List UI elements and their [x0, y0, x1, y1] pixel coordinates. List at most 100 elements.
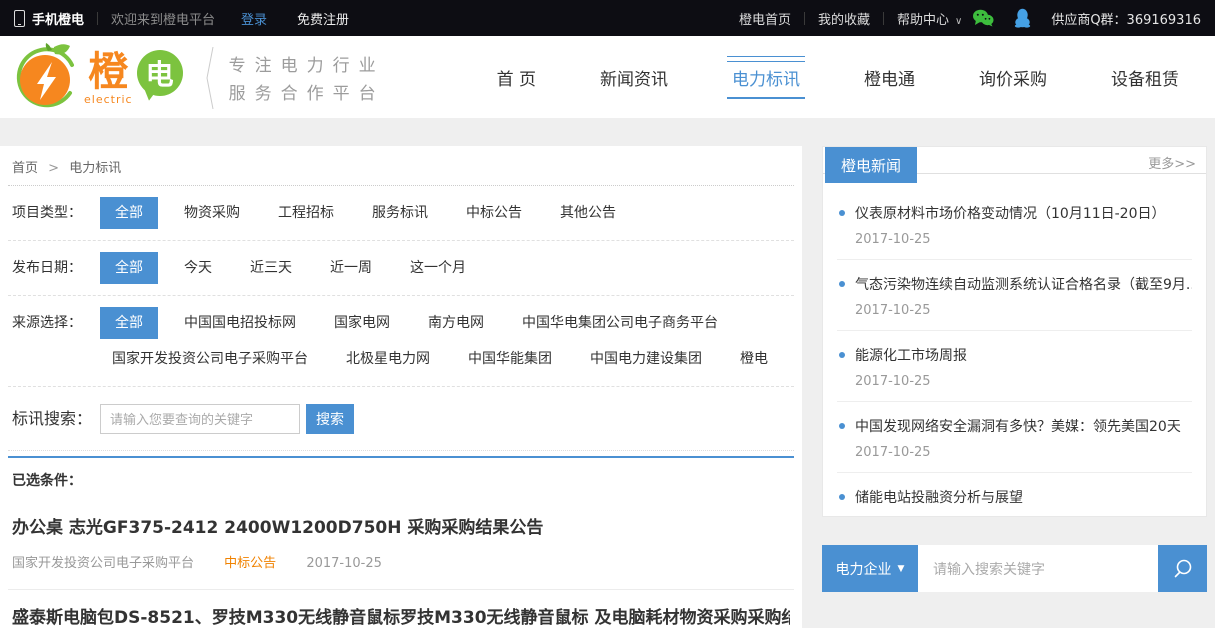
filter-option[interactable]: 其他公告	[560, 197, 616, 229]
news-item: 能源化工市场周报 2017-10-25	[837, 331, 1192, 402]
filter-option[interactable]: 近三天	[250, 252, 292, 284]
bullet-icon	[839, 494, 845, 500]
news-title-link[interactable]: 中国发现网络安全漏洞有多快？美媒：领先美国20天	[837, 416, 1192, 436]
nav-equipment-rental[interactable]: 设备租赁	[1079, 56, 1211, 99]
bullet-icon	[839, 423, 845, 429]
favorites-link[interactable]: 我的收藏	[818, 9, 870, 28]
bullet-icon	[839, 210, 845, 216]
bidding-search-input[interactable]	[100, 404, 300, 434]
main-nav: 首 页 新闻资讯 电力标讯 橙电通 询价采购 设备租赁	[465, 36, 1211, 118]
magnifier-icon	[1172, 558, 1194, 580]
filter-option[interactable]: 中国华电集团公司电子商务平台	[522, 307, 718, 339]
logo-tagline-divider	[205, 47, 215, 109]
logo-bubble: 电	[137, 50, 183, 96]
news-title-link[interactable]: 能源化工市场周报	[837, 345, 1192, 365]
news-list: 仪表原材料市场价格变动情况（10月11日-20日） 2017-10-25 气态污…	[823, 183, 1206, 517]
news-item: 仪表原材料市场价格变动情况（10月11日-20日） 2017-10-25	[837, 189, 1192, 260]
filter-option[interactable]: 工程招标	[278, 197, 334, 229]
filter-source: 来源选择： 全部 中国国电招投标网 国家电网 南方电网 中国华电集团公司电子商务…	[8, 296, 794, 387]
bidding-list-panel: 首页 > 电力标讯 项目类型： 全部 物资采购 工程招标 服务标讯 中标公告 其…	[0, 146, 802, 628]
news-date: 2017-10-25	[855, 445, 1192, 460]
nav-inquiry-procurement[interactable]: 询价采购	[947, 56, 1079, 99]
enterprise-search-input[interactable]	[918, 545, 1158, 592]
filter-option[interactable]: 南方电网	[428, 307, 484, 339]
news-title-link[interactable]: 气态污染物连续自动监测系统认证合格名录（截至9月...	[837, 274, 1192, 294]
logo-text-electric: electric	[84, 93, 133, 106]
news-panel-header: 橙电新闻 更多>>	[823, 147, 1206, 183]
filter-project-type: 项目类型： 全部 物资采购 工程招标 服务标讯 中标公告 其他公告	[8, 186, 794, 241]
filter-option-selected[interactable]: 全部	[100, 252, 158, 284]
register-link[interactable]: 免费注册	[297, 9, 349, 28]
search-label: 标讯搜索：	[12, 403, 100, 435]
news-more-link[interactable]: 更多>>	[1148, 153, 1196, 172]
divider	[883, 12, 884, 25]
supplier-qq-group: 供应商Q群：369169316	[1051, 9, 1201, 28]
news-panel: 橙电新闻 更多>> 仪表原材料市场价格变动情况（10月11日-20日） 2017…	[822, 146, 1207, 517]
filter-option[interactable]: 橙电	[740, 343, 768, 375]
help-center-menu[interactable]: 帮助中心∨	[897, 9, 962, 28]
filter-publish-date: 发布日期： 全部 今天 近三天 近一周 这一个月	[8, 241, 794, 296]
result-title-link[interactable]: 办公桌 志光GF375-2412 2400W1200D750H 采购采购结果公告	[12, 513, 790, 538]
enterprise-search-bar: 电力企业 ▼	[822, 545, 1207, 592]
welcome-text: 欢迎来到橙电平台	[111, 9, 215, 28]
filter-option[interactable]: 近一周	[330, 252, 372, 284]
filter-option[interactable]: 中国华能集团	[468, 343, 552, 375]
enterprise-search-button[interactable]	[1158, 545, 1207, 592]
logo-text-dian: 电	[146, 53, 174, 93]
nav-power-bidding[interactable]: 电力标讯	[700, 56, 832, 99]
filter-option[interactable]: 国家电网	[334, 307, 390, 339]
login-link[interactable]: 登录	[241, 9, 267, 28]
filter-option-selected[interactable]: 全部	[100, 197, 158, 229]
news-date: 2017-10-25	[855, 516, 1192, 517]
filter-option[interactable]: 这一个月	[410, 252, 466, 284]
result-row: 盛泰斯电脑包DS-8521、罗技M330无线静音鼠标罗技M330无线静音鼠标 及…	[8, 590, 794, 628]
result-title-link[interactable]: 盛泰斯电脑包DS-8521、罗技M330无线静音鼠标罗技M330无线静音鼠标 及…	[12, 603, 790, 628]
site-logo[interactable]: 橙 electric 电 专注电力行业 服务合作平台	[12, 43, 385, 113]
news-title-link[interactable]: 储能电站投融资分析与展望	[837, 487, 1192, 507]
nav-home[interactable]: 首 页	[465, 56, 568, 99]
site-home-link[interactable]: 橙电首页	[739, 9, 791, 28]
divider	[804, 12, 805, 25]
nav-news[interactable]: 新闻资讯	[568, 56, 700, 99]
filter-label: 发布日期：	[12, 252, 100, 284]
breadcrumb-home-link[interactable]: 首页	[12, 161, 38, 176]
mobile-phone-icon	[14, 10, 25, 27]
news-item: 储能电站投融资分析与展望 2017-10-25	[837, 473, 1192, 517]
wechat-icon[interactable]	[972, 9, 994, 27]
mobile-site-link[interactable]: 手机橙电	[32, 9, 84, 28]
site-tagline: 专注电力行业 服务合作平台	[229, 48, 385, 108]
bullet-icon	[839, 281, 845, 287]
filter-option[interactable]: 国家开发投资公司电子采购平台	[112, 343, 308, 375]
news-date: 2017-10-25	[855, 374, 1192, 389]
filter-option-selected[interactable]: 全部	[100, 307, 158, 339]
bidding-search-button[interactable]: 搜索	[306, 404, 354, 434]
filter-label: 来源选择：	[12, 307, 100, 339]
filter-option[interactable]: 物资采购	[184, 197, 240, 229]
result-tag: 中标公告	[224, 556, 276, 571]
bidding-search-row: 标讯搜索： 搜索	[8, 387, 794, 451]
news-tab[interactable]: 橙电新闻	[825, 147, 917, 183]
enterprise-category-dropdown[interactable]: 电力企业 ▼	[822, 545, 918, 592]
news-item: 中国发现网络安全漏洞有多快？美媒：领先美国20天 2017-10-25	[837, 402, 1192, 473]
news-title-link[interactable]: 仪表原材料市场价格变动情况（10月11日-20日）	[837, 203, 1192, 223]
filter-option[interactable]: 今天	[184, 252, 212, 284]
logo-lightning-icon	[12, 43, 80, 113]
news-date: 2017-10-25	[855, 232, 1192, 247]
filter-option[interactable]: 北极星电力网	[346, 343, 430, 375]
caret-down-icon: ▼	[898, 564, 905, 574]
filter-option[interactable]: 服务标讯	[372, 197, 428, 229]
filter-option[interactable]: 中国电力建设集团	[590, 343, 702, 375]
news-item: 气态污染物连续自动监测系统认证合格名录（截至9月... 2017-10-25	[837, 260, 1192, 331]
result-date: 2017-10-25	[306, 556, 382, 571]
news-date: 2017-10-25	[855, 303, 1192, 318]
filter-option[interactable]: 中国国电招投标网	[184, 307, 296, 339]
chevron-down-icon: ∨	[955, 16, 962, 27]
breadcrumb: 首页 > 电力标讯	[8, 146, 794, 186]
top-utility-bar: 手机橙电 欢迎来到橙电平台 登录 免费注册 橙电首页 我的收藏 帮助中心∨	[0, 0, 1215, 36]
logo-text-cheng: 橙	[88, 51, 128, 93]
filter-option[interactable]: 中标公告	[466, 197, 522, 229]
breadcrumb-current: 电力标讯	[69, 161, 121, 176]
result-source: 国家开发投资公司电子采购平台	[12, 556, 194, 571]
nav-chengdiantong[interactable]: 橙电通	[832, 56, 947, 99]
qq-icon[interactable]	[1014, 8, 1031, 28]
